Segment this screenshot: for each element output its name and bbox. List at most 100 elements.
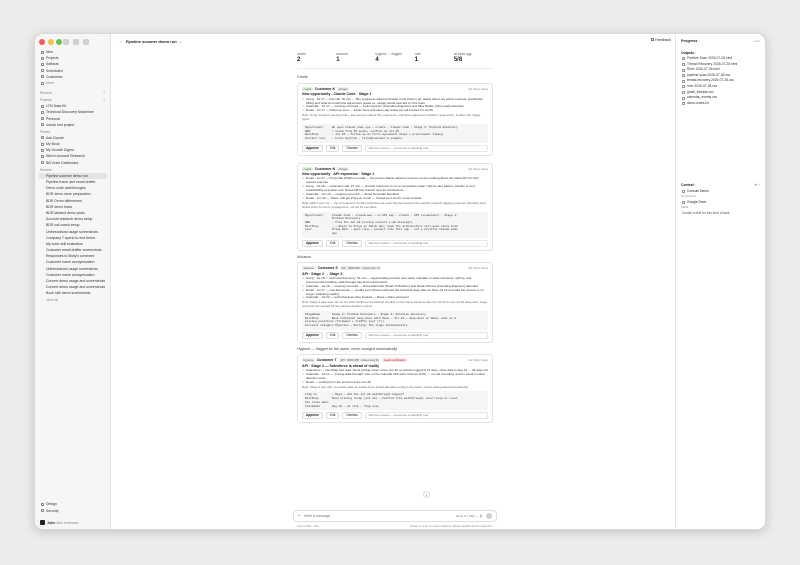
sidebar-footer: Design Security John Max extremes — [39, 501, 107, 526]
stat-item: create 2 — [297, 52, 336, 64]
edit-button[interactable]: Edit — [325, 331, 340, 339]
dismiss-button[interactable]: Dismiss — [342, 144, 362, 152]
opportunity-tag: API · $650,000 · closes Dec 31 — [339, 266, 382, 271]
user-menu[interactable]: John Max extremes — [39, 520, 107, 526]
folder-icon — [40, 123, 44, 127]
file-icon — [681, 96, 685, 100]
dismiss-button[interactable]: Dismiss — [342, 412, 362, 420]
close-window-button[interactable] — [39, 39, 45, 45]
send-button[interactable] — [486, 513, 492, 519]
dismiss-reason-input[interactable]: Dismiss reason — becomes a standing rule — [364, 239, 488, 247]
context-section: Context › ⊕ + Console Demo Connectors Goo… — [681, 182, 760, 216]
account-name[interactable]: Customer S — [318, 266, 338, 270]
recent-chat-label: Pipeline tracer and email drafter — [46, 180, 96, 184]
chat-icon — [40, 161, 44, 165]
rule-note: Rule: Gong 'product' meeting held + ask … — [302, 113, 481, 122]
evidence-item: Email · Jul 17 — follow-up sent — admin … — [302, 108, 488, 113]
chevron-right-icon: › — [698, 39, 700, 43]
dismiss-reason-input[interactable]: Dismiss reason — becomes a standing rule — [364, 412, 488, 420]
chevron-right-icon: › — [694, 183, 696, 187]
stat-item: all three agg 5/8 — [454, 52, 493, 64]
minimize-window-button[interactable] — [47, 39, 54, 45]
folder-mode[interactable]: Auto Folder · Auto — [297, 524, 320, 528]
dismiss-button[interactable]: Dismiss — [342, 331, 362, 339]
sidebar-view-all[interactable]: View all — [39, 297, 107, 303]
field-changes-block: Flag to → Maya — did the Jul 20 walkthro… — [302, 391, 488, 411]
account-name[interactable]: Customer N — [315, 167, 335, 171]
dismiss-reason-input[interactable]: Dismiss reason — becomes a standing rule — [364, 144, 488, 152]
output-file-name: River 2026-07-28.html — [687, 67, 720, 72]
sidebar-recents-list-header: Recents — [40, 167, 52, 172]
connector-item[interactable]: Google Drive — [681, 199, 760, 205]
output-file-item[interactable]: demo-notes.txt — [681, 101, 760, 107]
chevron-down-icon[interactable]: ⌄ — [179, 39, 182, 44]
opportunity-tag: all tags — [337, 87, 350, 92]
card-slot: advance Customer S API · $650,000 · closes… — [297, 262, 493, 343]
create-skill-link[interactable]: Create a skill for this kind of task — [681, 210, 760, 216]
maximize-window-button[interactable] — [56, 39, 62, 45]
dismiss-button[interactable]: Dismiss — [342, 239, 362, 247]
file-icon — [681, 90, 685, 94]
folder-icon — [40, 56, 44, 60]
chat-content: create 2 advance 1 hygiene → flagged 4 note 1 al… — [297, 52, 493, 430]
edit-button[interactable]: Edit — [325, 144, 340, 152]
chat-title[interactable]: Pipeline scanner demo run — [126, 39, 177, 44]
nav-back-icon[interactable] — [73, 39, 79, 45]
sidebar-projects-header: Projects + — [40, 98, 105, 103]
message-input[interactable]: Write a message... — [304, 514, 333, 518]
approve-button[interactable]: Approve — [302, 412, 323, 420]
mic-icon[interactable]: 🎙 — [479, 514, 483, 518]
artifact-icon — [40, 62, 44, 66]
shield-icon — [40, 509, 44, 513]
card-header: create Customer Kall tags AE Ships Notes — [302, 86, 488, 92]
account-name[interactable]: Customer T — [317, 358, 337, 362]
card-header: advance Customer S API · $650,000 · closes… — [302, 266, 488, 271]
approve-button[interactable]: Approve — [302, 239, 323, 247]
card-title: New opportunity - Claude Code · Stage 1 — [302, 92, 372, 97]
output-file-name: gmail_threads.csv — [687, 89, 714, 94]
card-meta: AE Ships Notes — [468, 86, 488, 91]
panel-collapse-button[interactable]: Less — [754, 39, 760, 43]
context-item[interactable]: Console Demo — [681, 188, 760, 194]
chat-icon — [40, 136, 44, 140]
card-header: hygiene Customer T API · $400,000 · closes… — [302, 358, 488, 363]
file-icon — [681, 74, 685, 78]
scroll-down-button[interactable]: ↓ — [423, 491, 430, 498]
recent-chat-label: BDR call coach setup — [46, 223, 80, 228]
recent-chat-label: Convert demo usage and screenshots — [46, 285, 106, 290]
section-hygiene-heading: Hygiene — flagged for the owner, never c… — [297, 346, 398, 351]
model-selector[interactable]: Opus 4.7 High ⌄ 🎙 — [456, 513, 492, 519]
sidebar-toggle-icon[interactable] — [63, 39, 69, 45]
chat-main: ☆ Pipeline scanner demo run ⌄ Feedback c… — [111, 34, 677, 529]
action-tag: create — [302, 87, 313, 92]
file-icon — [681, 102, 685, 106]
stat-item: advance 1 — [336, 52, 375, 64]
output-file-name: Thread Recovery 2026-07-28.html — [687, 61, 738, 66]
action-tag: create — [302, 166, 313, 171]
card-slot: create Customer Nall tags AE Ships Notes Ne… — [297, 162, 493, 251]
dismiss-reason-input[interactable]: Dismiss reason — becomes a standing rule — [364, 331, 488, 339]
message-composer[interactable]: + Write a message... Opus 4.7 High ⌄ 🎙 — [293, 510, 497, 522]
attach-plus-icon[interactable]: + — [298, 514, 300, 518]
design-icon — [40, 503, 44, 507]
feedback-button[interactable]: Feedback — [651, 38, 671, 42]
edit-button[interactable]: Edit — [325, 412, 340, 420]
star-icon[interactable]: ☆ — [119, 39, 123, 44]
recent-chat-label: Responses to Molly's comment — [46, 254, 95, 259]
card-actions: Approve Edit Dismiss Dismiss reason — becom… — [302, 412, 488, 420]
evidence-item: Calendar · Jul 22 — technical deep-dive … — [302, 296, 488, 301]
evidence-list: Gong · Jul 16 — technical discovery, 51 … — [302, 276, 488, 301]
recent-chat-label: Pipeline scanner demo run — [46, 173, 88, 178]
recent-chat-label: BDR Demo differences — [46, 198, 82, 203]
account-name[interactable]: Customer K — [315, 87, 335, 91]
opportunity-tag: all tags — [337, 166, 350, 171]
card-meta: AE Ships Notes — [468, 266, 488, 271]
card-slot: create Customer Kall tags AE Ships Notes Ne… — [297, 82, 493, 156]
sidebar-item-more[interactable]: More — [39, 80, 107, 86]
approve-button[interactable]: Approve — [302, 144, 323, 152]
plus-icon — [40, 50, 44, 54]
edit-button[interactable]: Edit — [325, 239, 340, 247]
approve-button[interactable]: Approve — [302, 331, 323, 339]
nav-forward-icon[interactable] — [83, 39, 89, 45]
sidebar-item-security[interactable]: Security — [39, 508, 107, 514]
